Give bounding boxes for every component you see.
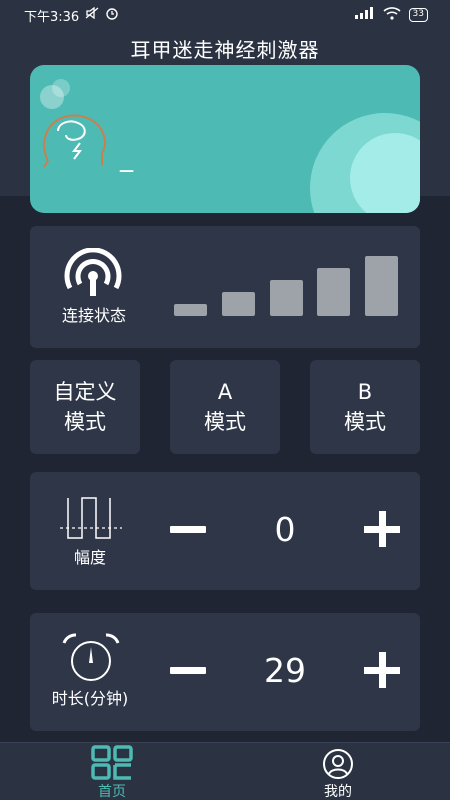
mode-b-button[interactable]: B 模式: [310, 360, 420, 454]
custom-mode-button[interactable]: 自定义 模式: [30, 360, 140, 454]
broadcast-signal-icon: [62, 247, 124, 304]
signal-bar-4: [317, 268, 350, 316]
mute-icon: [85, 6, 99, 23]
head-stimulation-icon: [38, 109, 112, 175]
duration-value: 29: [264, 651, 306, 690]
pulse-waveform-icon: [60, 494, 122, 548]
mode-label-line1: 自定义: [53, 380, 117, 404]
amplitude-label: 幅度: [73, 548, 106, 567]
user-profile-icon: [320, 749, 356, 783]
amplitude-value: 0: [274, 510, 296, 549]
amplitude-decrease-button[interactable]: [170, 526, 206, 533]
mode-label-line2: 模式: [344, 410, 386, 434]
home-grid-icon: [90, 745, 134, 785]
connection-card[interactable]: 连接状态: [30, 226, 420, 348]
wifi-icon: [383, 6, 401, 24]
hero-banner: _: [30, 65, 420, 213]
decorative-bubble: [52, 79, 70, 97]
nav-home[interactable]: 首页: [52, 743, 172, 800]
signal-bar-1: [174, 304, 207, 316]
duration-decrease-button[interactable]: [170, 667, 206, 674]
signal-bar-2: [222, 292, 255, 316]
alarm-icon: [105, 6, 119, 24]
signal-bar-5: [365, 256, 398, 316]
amplitude-card: 幅度 0: [30, 472, 420, 590]
connection-status-label: 连接状态: [61, 306, 126, 325]
duration-card: 时长(分钟) 29: [30, 613, 420, 731]
mode-label-line2: 模式: [204, 410, 246, 434]
cellular-signal-icon: [354, 7, 375, 23]
battery-icon: 33: [408, 8, 428, 22]
hero-value: _: [120, 143, 133, 173]
mode-label-line2: 模式: [64, 410, 106, 434]
status-bar: 下午3:36 33: [0, 0, 450, 30]
mode-label-line1: B: [357, 380, 373, 404]
page-title: 耳甲迷走神经刺激器: [130, 38, 320, 62]
signal-bar-3: [270, 280, 303, 316]
bottom-nav: 首页 我的: [0, 742, 450, 800]
mode-a-button[interactable]: A 模式: [170, 360, 280, 454]
timer-clock-icon: [56, 633, 126, 687]
nav-mine-label: 我的: [324, 784, 352, 800]
nav-mine[interactable]: 我的: [278, 743, 398, 800]
status-time: 下午3:36: [24, 9, 80, 25]
nav-home-label: 首页: [98, 784, 126, 800]
plus-icon[interactable]: [379, 511, 386, 547]
duration-label: 时长(分钟): [51, 689, 129, 708]
plus-icon[interactable]: [379, 652, 386, 688]
mode-label-line1: A: [217, 380, 233, 404]
